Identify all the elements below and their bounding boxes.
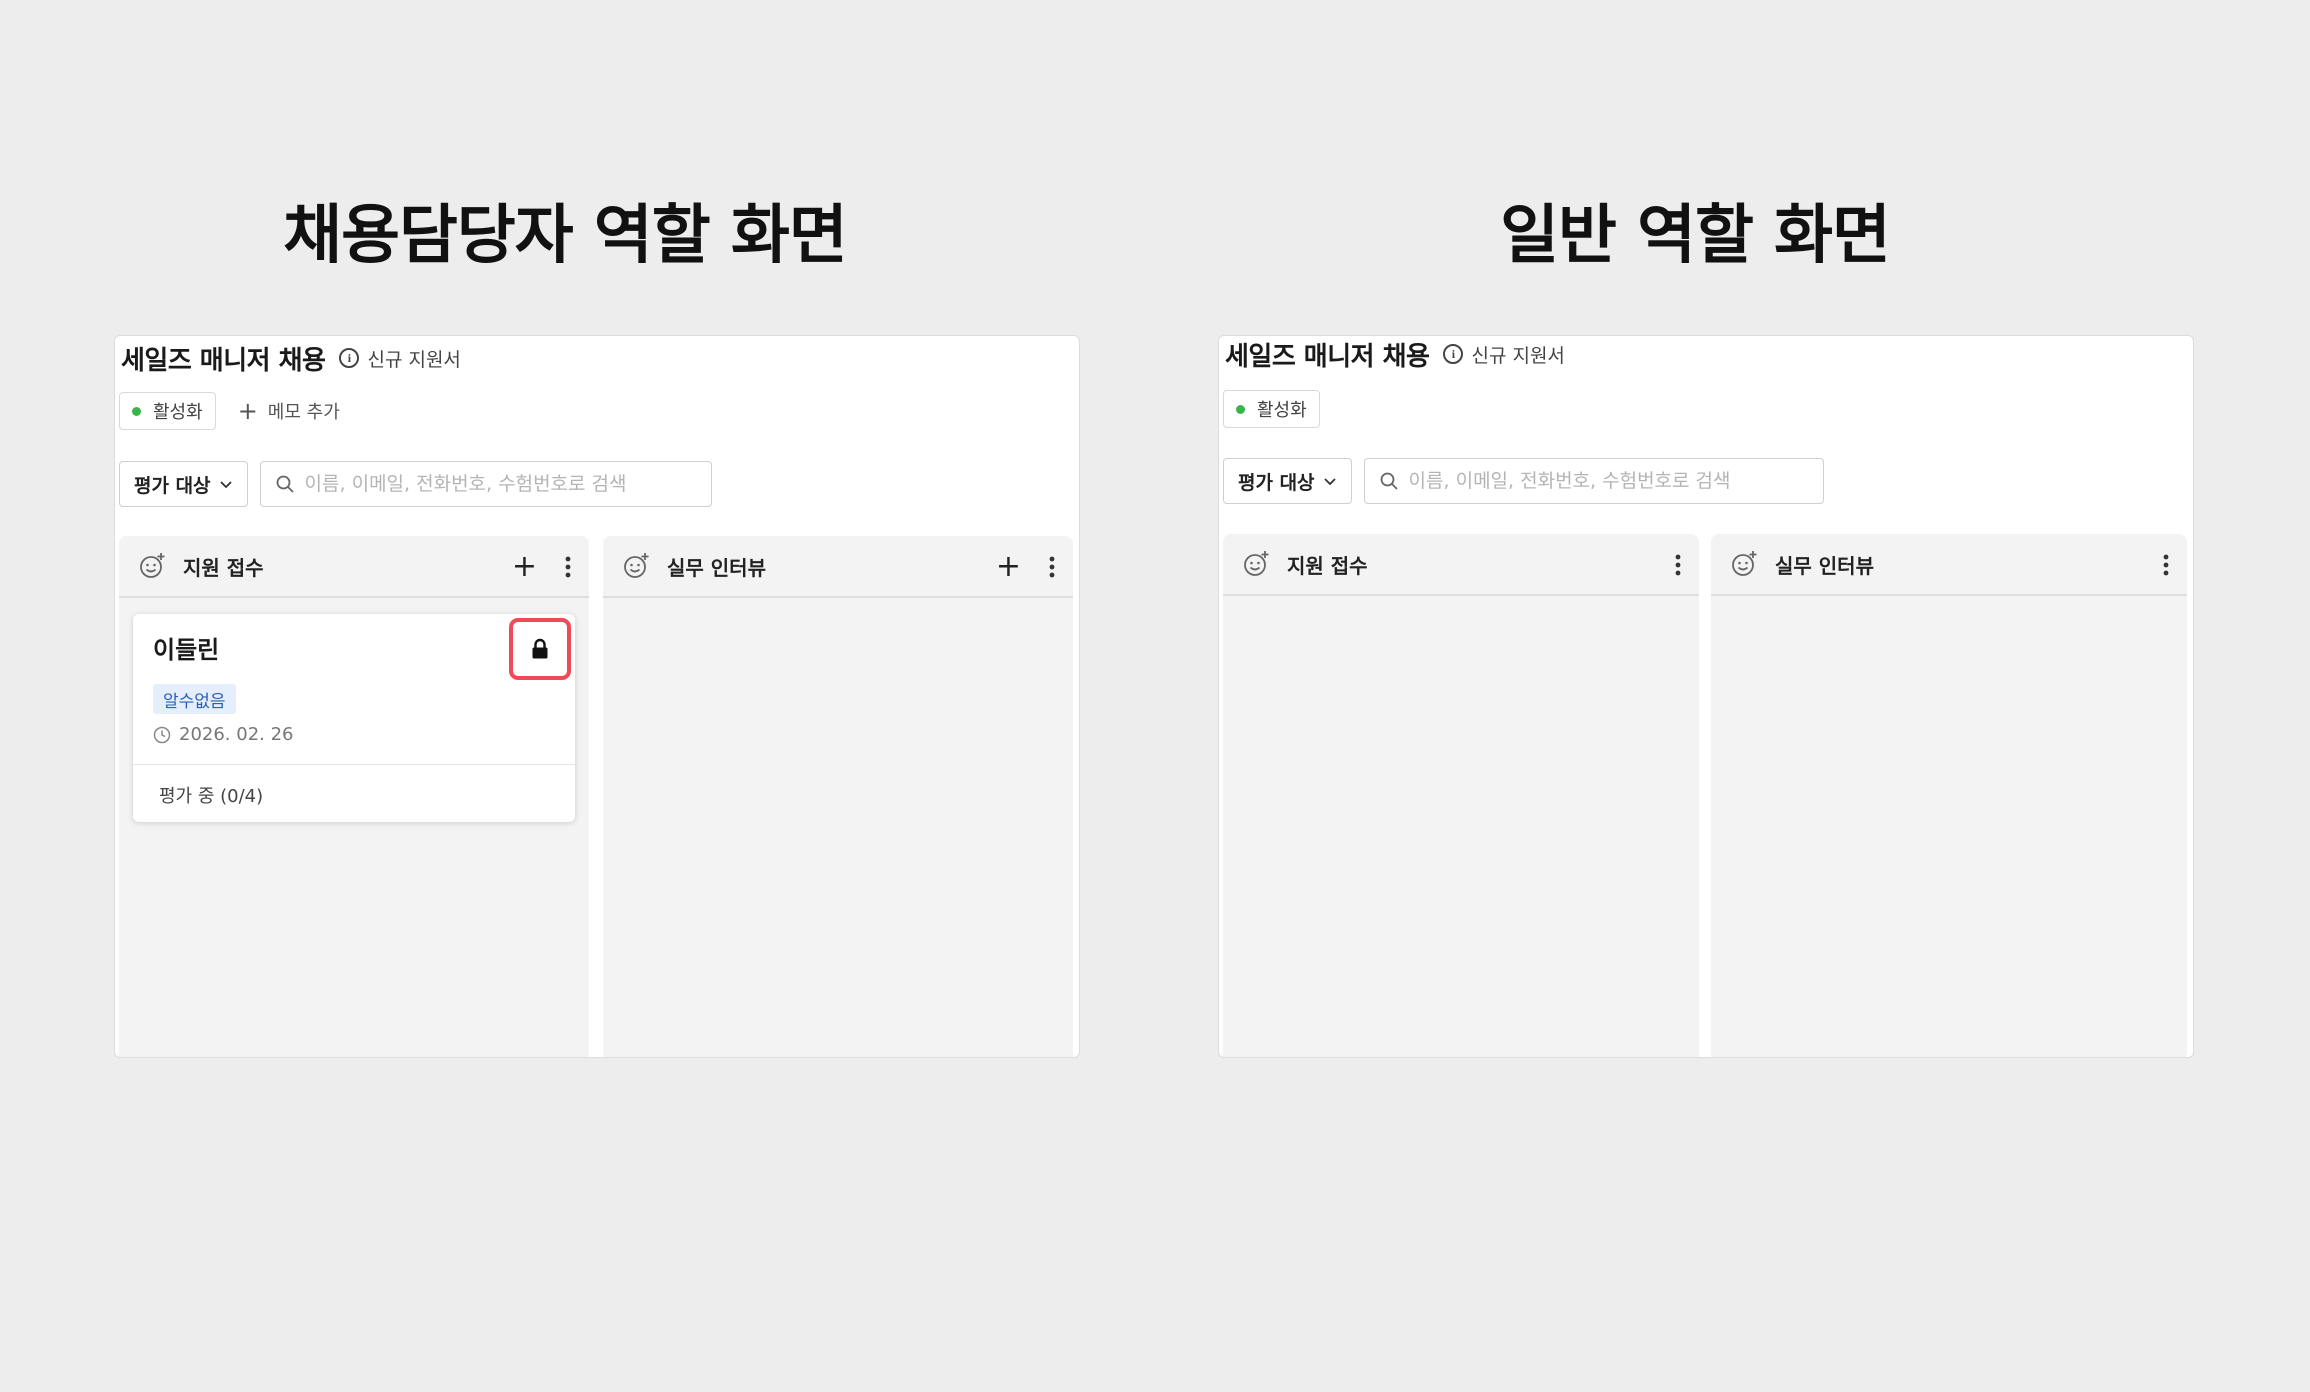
add-memo-button[interactable]: + 메모 추가 <box>238 398 340 424</box>
more-vertical-icon[interactable] <box>1049 556 1055 578</box>
search-box[interactable] <box>1363 458 1824 504</box>
plus-icon: + <box>237 397 258 425</box>
page-title: 세일즈 매니저 채용 <box>1225 341 1430 372</box>
smile-plus-icon <box>624 553 649 578</box>
column-actions <box>1675 534 1681 596</box>
recruiter-view-panel: 세일즈 매니저 채용 i 신규 지원서 활성화 + 메모 추가 평가 대상 이름… <box>114 335 1080 1058</box>
chevron-down-icon <box>219 481 232 489</box>
filter-select[interactable]: 평가 대상 <box>1223 458 1352 504</box>
title-row: 세일즈 매니저 채용 i 신규 지원서 <box>1225 338 1565 372</box>
add-memo-label: 메모 추가 <box>267 402 340 423</box>
column-title: 실무 인터뷰 <box>667 555 766 580</box>
info-icon: i <box>1443 344 1464 364</box>
application-date: 2026. 02. 26 <box>153 724 294 745</box>
status-label: 활성화 <box>153 402 203 423</box>
page-title: 세일즈 매니저 채용 <box>121 345 326 376</box>
heading-recruiter-view: 채용담당자 역할 화면 <box>283 199 847 273</box>
column-title: 실무 인터뷰 <box>1775 553 1874 578</box>
column-practical-interview: 실무 인터뷰 <box>1711 534 2187 1057</box>
filter-select[interactable]: 평가 대상 <box>119 461 248 507</box>
search-input[interactable] <box>304 473 697 495</box>
lock-icon <box>532 638 548 659</box>
filter-label: 평가 대상 <box>1238 471 1315 494</box>
column-actions: + <box>996 536 1055 598</box>
chevron-down-icon <box>1323 478 1336 486</box>
column-actions: + <box>512 536 571 598</box>
column-add-button[interactable]: + <box>512 552 537 582</box>
column-title: 지원 접수 <box>1287 553 1368 578</box>
smile-plus-icon <box>1732 551 1757 576</box>
search-box[interactable] <box>259 461 712 507</box>
info-text: 신규 지원서 <box>1471 344 1565 367</box>
filter-row: 평가 대상 <box>119 461 712 507</box>
filter-row: 평가 대상 <box>1223 458 1824 504</box>
info-link[interactable]: i 신규 지원서 <box>339 345 461 372</box>
info-text: 신규 지원서 <box>367 348 461 371</box>
applicant-tag: 알수없음 <box>153 684 236 714</box>
badge-row: 활성화 + 메모 추가 <box>119 392 340 430</box>
lock-button[interactable] <box>509 618 571 680</box>
status-badge[interactable]: 활성화 <box>1223 390 1320 428</box>
clock-icon <box>153 726 171 743</box>
column-application-received: 지원 접수 <box>1223 534 1699 1057</box>
column-practical-interview: 실무 인터뷰 + <box>603 536 1073 1057</box>
status-label: 활성화 <box>1257 400 1307 421</box>
column-application-received: 지원 접수 + 이들린 알수없음 2026. 02. 26 평가 중 (0/4) <box>119 536 589 1057</box>
smile-plus-icon <box>1244 551 1269 576</box>
search-icon <box>1380 472 1398 490</box>
info-icon: i <box>339 348 360 368</box>
smile-plus-icon <box>140 553 165 578</box>
search-input[interactable] <box>1408 470 1809 492</box>
more-vertical-icon[interactable] <box>565 556 571 578</box>
column-actions <box>2163 534 2169 596</box>
filter-label: 평가 대상 <box>134 474 211 497</box>
search-icon <box>276 475 294 493</box>
evaluation-status: 평가 중 (0/4) <box>159 786 264 807</box>
column-add-button[interactable]: + <box>996 552 1021 582</box>
applicant-card[interactable]: 이들린 알수없음 2026. 02. 26 평가 중 (0/4) <box>133 614 575 822</box>
applicant-name: 이들린 <box>153 636 220 664</box>
column-title: 지원 접수 <box>183 555 264 580</box>
column-header: 실무 인터뷰 <box>1711 534 2187 596</box>
status-dot <box>132 406 141 416</box>
column-header: 지원 접수 + <box>119 536 589 598</box>
more-vertical-icon[interactable] <box>2163 554 2169 576</box>
card-divider <box>133 764 575 765</box>
general-view-panel: 세일즈 매니저 채용 i 신규 지원서 활성화 평가 대상 이름, 이메일, 전… <box>1218 335 2194 1058</box>
heading-general-view: 일반 역할 화면 <box>1500 199 1891 273</box>
more-vertical-icon[interactable] <box>1675 554 1681 576</box>
date-text: 2026. 02. 26 <box>179 724 294 745</box>
title-row: 세일즈 매니저 채용 i 신규 지원서 <box>121 342 461 376</box>
column-header: 실무 인터뷰 + <box>603 536 1073 598</box>
badge-row: 활성화 <box>1223 390 1320 428</box>
status-dot <box>1236 404 1245 414</box>
column-header: 지원 접수 <box>1223 534 1699 596</box>
status-badge[interactable]: 활성화 <box>119 392 216 430</box>
info-link[interactable]: i 신규 지원서 <box>1443 341 1565 368</box>
